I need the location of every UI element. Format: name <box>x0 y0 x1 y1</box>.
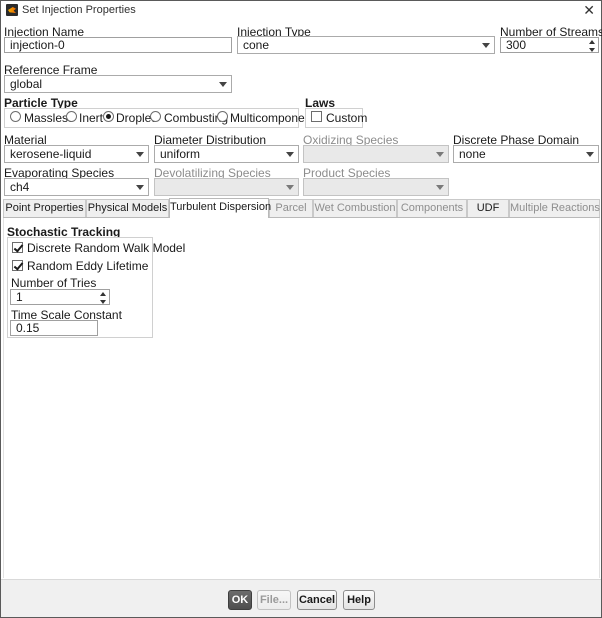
number-of-streams-value: 300 <box>506 38 527 52</box>
file-button: File... <box>257 590 291 610</box>
help-button[interactable]: Help <box>343 590 375 610</box>
discrete-random-walk-checkbox[interactable] <box>12 242 23 253</box>
chevron-down-icon <box>586 152 594 157</box>
number-of-tries-input[interactable]: 1 <box>10 289 110 305</box>
injection-name-input[interactable]: injection-0 <box>4 37 232 53</box>
number-of-tries-spinner[interactable] <box>99 291 108 304</box>
spin-down-icon[interactable] <box>589 48 595 52</box>
chevron-down-icon <box>482 43 490 48</box>
injection-type-select[interactable]: cone <box>237 36 495 54</box>
number-of-tries-value: 1 <box>16 290 23 304</box>
particle-type-droplet-radio[interactable] <box>103 111 114 122</box>
ok-button[interactable]: OK <box>228 590 252 610</box>
diameter-distribution-select[interactable]: uniform <box>154 145 299 163</box>
laws-custom-checkbox[interactable] <box>311 111 322 122</box>
spin-up-icon[interactable] <box>589 40 595 44</box>
particle-type-massless-radio[interactable] <box>10 111 21 122</box>
particle-type-multicomponent-radio[interactable] <box>217 111 228 122</box>
title-bar[interactable]: Set Injection Properties ✕ <box>1 1 601 20</box>
close-icon[interactable]: ✕ <box>583 2 595 18</box>
diameter-distribution-value: uniform <box>160 147 201 161</box>
product-species-select <box>303 178 449 196</box>
reference-frame-value: global <box>10 77 43 91</box>
injection-type-value: cone <box>243 38 270 52</box>
chevron-down-icon <box>436 152 444 157</box>
random-eddy-lifetime-checkbox[interactable] <box>12 260 23 271</box>
spin-down-icon[interactable] <box>100 300 106 304</box>
chevron-down-icon <box>136 185 144 190</box>
tab-turbulent-dispersion[interactable]: Turbulent Dispersion <box>169 198 271 218</box>
chevron-down-icon <box>286 152 294 157</box>
devolatilizing-species-select <box>154 178 299 196</box>
chevron-down-icon <box>286 185 294 190</box>
chevron-down-icon <box>219 82 227 87</box>
number-of-streams-spinner[interactable] <box>588 39 597 52</box>
particle-type-combusting-radio[interactable] <box>150 111 161 122</box>
laws-custom-label: Custom <box>326 111 368 125</box>
reference-frame-select[interactable]: global <box>4 75 232 93</box>
number-of-streams-input[interactable]: 300 <box>500 37 599 53</box>
spin-up-icon[interactable] <box>100 292 106 296</box>
cancel-button[interactable]: Cancel <box>297 590 337 610</box>
property-tabs: Point Properties Physical Models Turbule… <box>3 198 600 218</box>
tab-physical-models[interactable]: Physical Models <box>86 199 169 217</box>
particle-type-inert-label: Inert <box>79 111 104 125</box>
tab-parcel: Parcel <box>269 199 313 217</box>
particle-type-inert-radio[interactable] <box>66 111 77 122</box>
tab-multiple-reactions: Multiple Reactions <box>509 199 600 217</box>
window-title: Set Injection Properties <box>22 4 136 16</box>
tab-point-properties[interactable]: Point Properties <box>3 199 86 217</box>
time-scale-constant-input[interactable]: 0.15 <box>10 320 98 336</box>
fluent-app-icon <box>6 4 18 16</box>
oxidizing-species-select <box>303 145 449 163</box>
discrete-phase-domain-select[interactable]: none <box>453 145 599 163</box>
discrete-phase-domain-value: none <box>459 147 486 161</box>
turbulent-dispersion-panel: Stochastic Tracking Discrete Random Walk… <box>3 218 600 578</box>
evaporating-species-value: ch4 <box>10 180 30 194</box>
material-select[interactable]: kerosene-liquid <box>4 145 149 163</box>
number-of-tries-label: Number of Tries <box>11 276 97 290</box>
tab-wet-combustion: Wet Combustion <box>313 199 397 217</box>
particle-type-droplet-label: Droplet <box>116 111 155 125</box>
tab-components: Components <box>397 199 467 217</box>
particle-type-multicomponent-label: Multicomponent <box>230 111 315 125</box>
evaporating-species-select[interactable]: ch4 <box>4 178 149 196</box>
chevron-down-icon <box>436 185 444 190</box>
random-eddy-lifetime-label: Random Eddy Lifetime <box>27 259 149 273</box>
dialog-button-bar: OK File... Cancel Help <box>1 579 601 617</box>
tab-udf[interactable]: UDF <box>467 199 509 217</box>
set-injection-properties-dialog: Set Injection Properties ✕ Injection Nam… <box>0 0 602 618</box>
discrete-random-walk-label: Discrete Random Walk Model <box>27 241 186 255</box>
chevron-down-icon <box>136 152 144 157</box>
material-value: kerosene-liquid <box>10 147 92 161</box>
